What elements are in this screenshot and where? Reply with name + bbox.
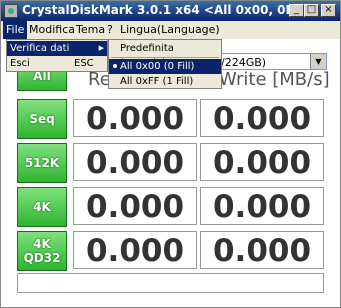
- menu-language[interactable]: Lingua(Language): [117, 21, 223, 39]
- app-icon: [4, 4, 18, 18]
- seq-button-label: Seq: [29, 112, 55, 126]
- window-title: CrystalDiskMark 3.0.1 x64 <All 0x00, 0Fi…: [22, 3, 317, 17]
- maximize-button[interactable]: □: [304, 4, 319, 17]
- 4k-qd32-write-value: 0.000: [200, 231, 324, 269]
- 512k-write-value: 0.000: [200, 143, 324, 181]
- 4k-qd32-read-value: 0.000: [73, 231, 197, 269]
- 4k-qd32-label2: QD32: [23, 251, 61, 265]
- menu-esci-label: Esci: [10, 58, 30, 69]
- status-bar: [17, 273, 324, 293]
- 4k-button[interactable]: 4K: [17, 187, 67, 227]
- menu-verifica-dati[interactable]: Verifica dati ▶: [7, 41, 107, 56]
- write-column-header: Write [MB/s]: [219, 69, 330, 90]
- drive-select[interactable]: 0/224GB) ▼: [211, 53, 327, 70]
- menu-file[interactable]: File: [3, 21, 28, 39]
- menu-esci-shortcut: ESC: [74, 58, 94, 69]
- submenu-item-all-0x00[interactable]: All 0x00 (0 Fill): [109, 59, 221, 74]
- 512k-read-value: 0.000: [73, 143, 197, 181]
- title-bar: CrystalDiskMark 3.0.1 x64 <All 0x00, 0Fi…: [1, 1, 340, 21]
- 512k-button[interactable]: 512K: [17, 143, 67, 183]
- verifica-dati-submenu: Predefinita (casuale) All 0x00 (0 Fill) …: [108, 39, 222, 89]
- menu-esci[interactable]: Esci ESC: [7, 56, 107, 71]
- 4k-qd32-label: 4K: [33, 237, 51, 251]
- 512k-button-label: 512K: [24, 156, 60, 170]
- radio-bullet-icon: [113, 64, 117, 68]
- 4k-qd32-button[interactable]: 4K QD32: [17, 231, 67, 271]
- seq-write-value: 0.000: [200, 99, 324, 137]
- 4k-write-value: 0.000: [200, 187, 324, 225]
- file-menu-dropdown: Verifica dati ▶ Esci ESC: [6, 39, 108, 72]
- close-button[interactable]: ×: [321, 4, 336, 17]
- menu-tema[interactable]: Tema: [73, 21, 108, 39]
- app-window: CrystalDiskMark 3.0.1 x64 <All 0x00, 0Fi…: [0, 0, 341, 308]
- submenu-item-predefinita[interactable]: Predefinita (casuale): [109, 41, 221, 69]
- seq-read-value: 0.000: [73, 99, 197, 137]
- seq-button[interactable]: Seq: [17, 99, 67, 139]
- chevron-down-icon[interactable]: ▼: [310, 54, 326, 69]
- submenu-item-all-0xff[interactable]: All 0xFF (1 Fill): [109, 74, 221, 89]
- 4k-button-label: 4K: [33, 200, 51, 214]
- menu-help[interactable]: ?: [104, 21, 116, 39]
- 4k-read-value: 0.000: [73, 187, 197, 225]
- submenu-arrow-icon: ▶: [98, 44, 104, 52]
- menu-modifica[interactable]: Modifica: [26, 21, 78, 39]
- menu-bar: File Modifica Tema ? Lingua(Language): [1, 21, 340, 39]
- menu-verifica-dati-label: Verifica dati: [10, 43, 70, 54]
- menu-separator: [111, 57, 219, 58]
- submenu-item-all-0x00-label: All 0x00 (0 Fill): [120, 61, 195, 72]
- minimize-button[interactable]: _: [289, 4, 304, 17]
